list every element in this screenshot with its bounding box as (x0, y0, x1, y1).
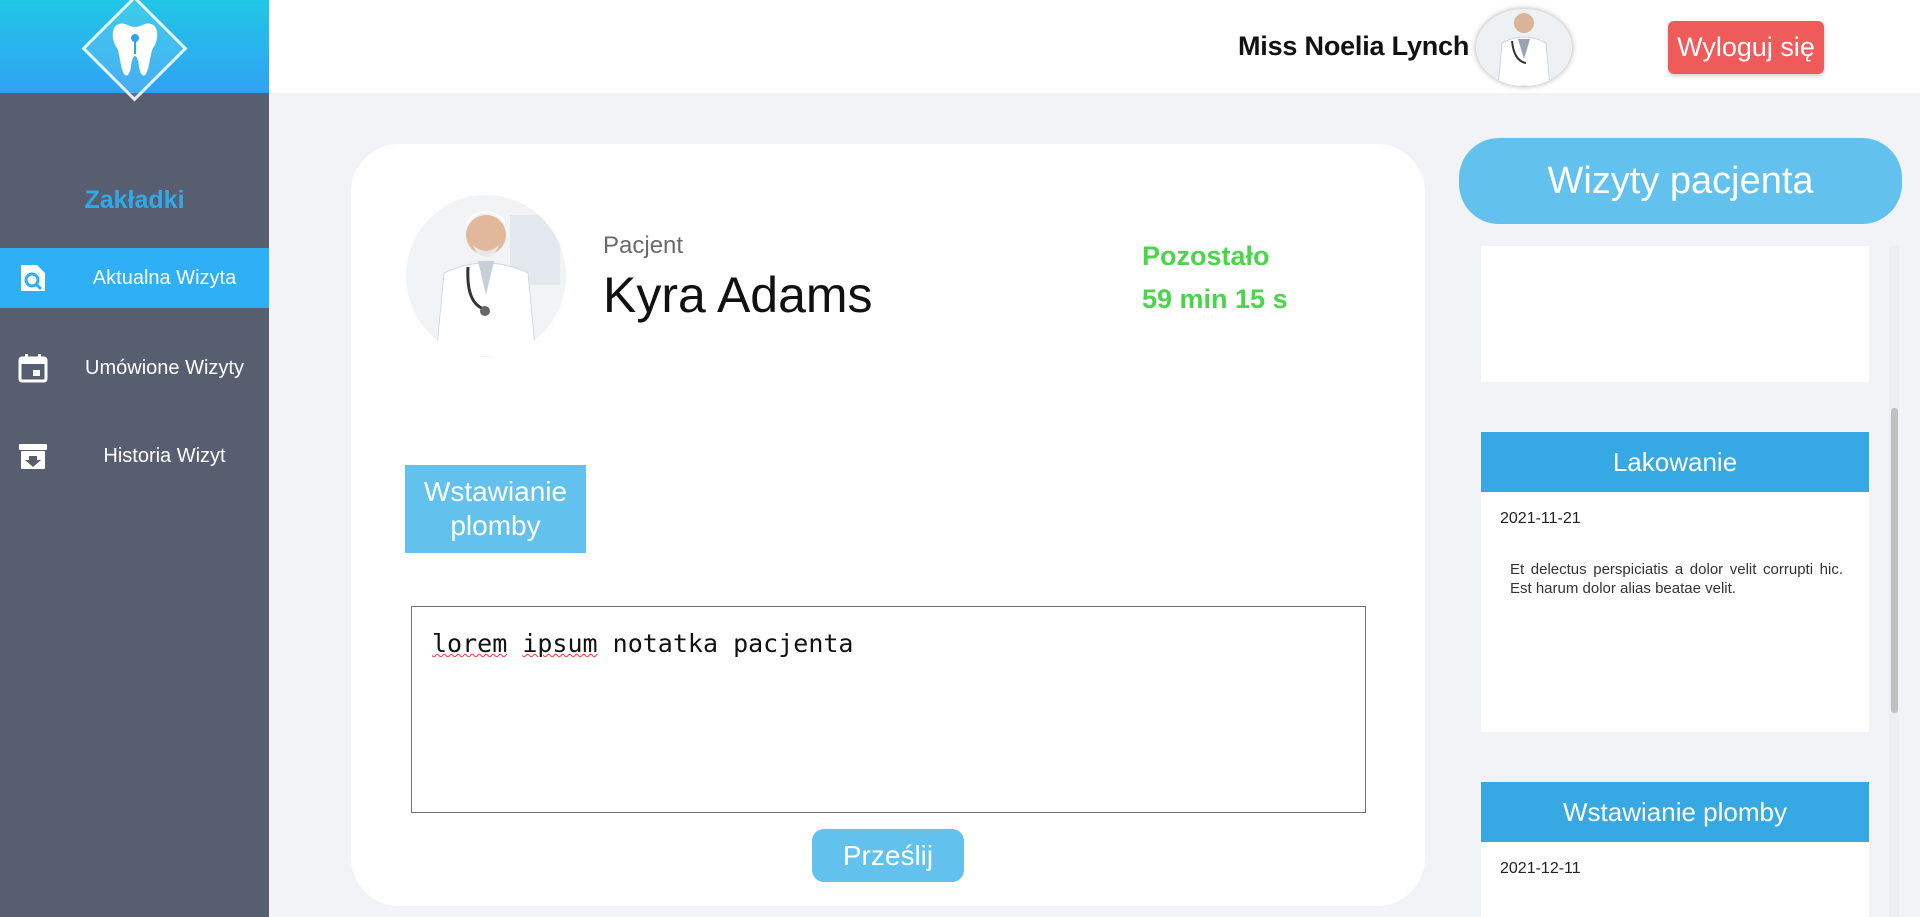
calendar-icon (18, 354, 48, 383)
sidebar: Zakładki Aktualna Wizyta Umówione Wizyty… (0, 0, 269, 917)
tooth-logo-icon (112, 23, 158, 76)
patient-visits-list[interactable]: Lakowanie 2021-11-21 Et delectus perspic… (1481, 246, 1869, 917)
visit-card-partial (1481, 246, 1869, 382)
sidebar-item-label: Umówione Wizyty (85, 356, 244, 379)
visit-description: Et delectus perspiciatis a dolor velit c… (1510, 561, 1843, 597)
note-word: lorem (432, 629, 508, 658)
sidebar-heading: Zakładki (84, 186, 185, 214)
procedure-tag: Wstawianie plomby (405, 465, 586, 553)
sidebar-item-aktualna-wizyta[interactable]: Aktualna Wizyta (0, 248, 269, 308)
doctor-avatar-icon (1476, 9, 1572, 86)
sidebar-item-historia-wizyt[interactable]: Historia Wizyt (0, 426, 269, 486)
submit-button[interactable]: Prześlij (812, 829, 964, 882)
sidebar-item-label: Historia Wizyt (103, 444, 226, 467)
patient-photo (406, 195, 566, 357)
sidebar-item-label: Aktualna Wizyta (92, 266, 237, 289)
search-document-icon (21, 265, 45, 291)
patient-note-textarea[interactable]: lorem ipsum notatka pacjenta (411, 606, 1366, 813)
remaining-time-label: Pozostało (1142, 241, 1270, 271)
visit-card: Wstawianie plomby 2021-12-11 (1481, 782, 1869, 917)
patient-avatar-icon (406, 195, 566, 357)
logo-area[interactable] (0, 0, 269, 102)
visit-card: Lakowanie 2021-11-21 Et delectus perspic… (1481, 432, 1869, 732)
visit-title: Wstawianie plomby (1481, 782, 1869, 842)
sidebar-item-umowione-wizyty[interactable]: Umówione Wizyty (0, 338, 269, 398)
patient-visits-title: Wizyty pacjenta (1459, 138, 1902, 224)
archive-icon (19, 444, 47, 469)
user-avatar[interactable] (1476, 9, 1572, 86)
patient-name: Kyra Adams (603, 267, 873, 323)
visits-scrollbar-thumb[interactable] (1891, 408, 1898, 713)
visit-date: 2021-11-21 (1500, 510, 1581, 527)
remaining-time-value: 59 min 15 s (1142, 284, 1288, 314)
user-name: Miss Noelia Lynch (1238, 31, 1470, 61)
visit-date: 2021-12-11 (1500, 860, 1581, 877)
logout-button[interactable]: Wyloguj się (1668, 21, 1824, 74)
note-word: ipsum (522, 629, 598, 658)
note-word: notatka pacjenta (612, 629, 854, 658)
visit-title: Lakowanie (1481, 432, 1869, 492)
patient-label: Pacjent (603, 232, 684, 259)
